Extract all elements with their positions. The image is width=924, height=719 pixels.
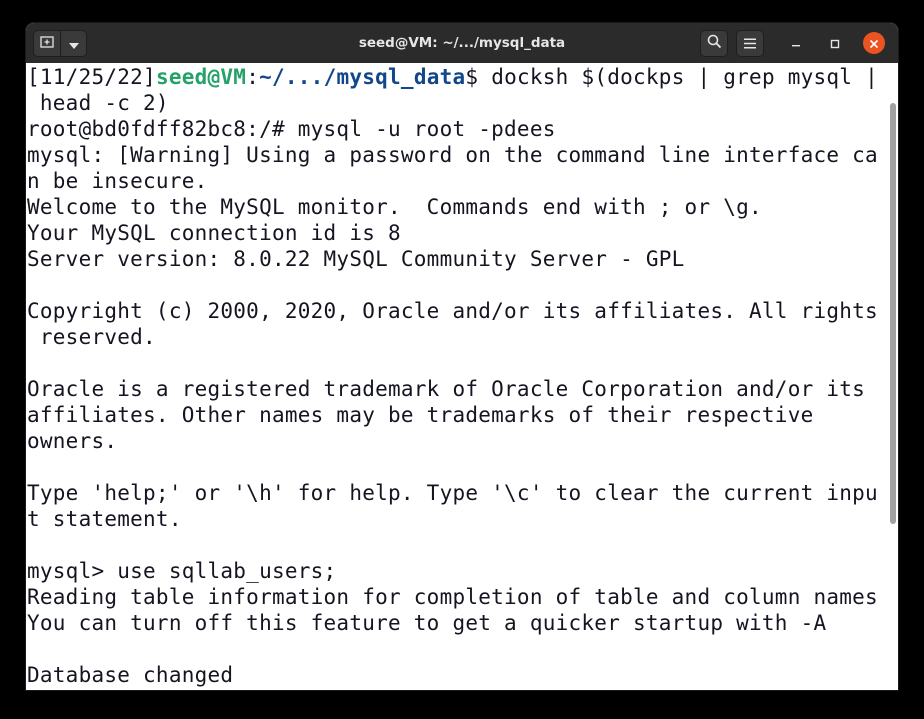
new-tab-icon [40, 34, 54, 53]
maximize-button[interactable] [824, 32, 846, 54]
close-icon [869, 34, 879, 53]
prompt-user-host: seed@VM [155, 65, 247, 89]
hamburger-menu-icon [744, 34, 756, 53]
search-button[interactable] [700, 30, 728, 57]
chevron-down-icon [68, 34, 79, 53]
terminal-text: [11/25/22]seed@VM:~/.../mysql_data$ dock… [27, 64, 878, 688]
maximize-icon [830, 34, 840, 53]
prompt-separator: : [246, 65, 260, 89]
prompt-path: ~/.../mysql_data [259, 65, 466, 89]
terminal-window: seed@VM: ~/.../mysql_data [11/25/22]seed… [26, 23, 898, 690]
title-bar: seed@VM: ~/.../mysql_data [26, 23, 898, 64]
minimize-button[interactable] [785, 32, 807, 54]
menu-button[interactable] [736, 30, 764, 57]
terminal-body: root@bd0fdff82bc8:/# mysql -u root -pdee… [27, 117, 878, 687]
minimize-icon [791, 34, 801, 53]
new-tab-button[interactable] [33, 30, 61, 57]
scrollbar-thumb[interactable] [890, 103, 896, 524]
search-icon [707, 34, 722, 53]
prompt-timestamp: [11/25/22] [27, 65, 156, 89]
window-title: seed@VM: ~/.../mysql_data [358, 35, 566, 51]
close-button[interactable] [863, 32, 885, 54]
terminal-output-area[interactable]: [11/25/22]seed@VM:~/.../mysql_data$ dock… [26, 63, 898, 690]
tab-menu-button[interactable] [60, 30, 87, 57]
